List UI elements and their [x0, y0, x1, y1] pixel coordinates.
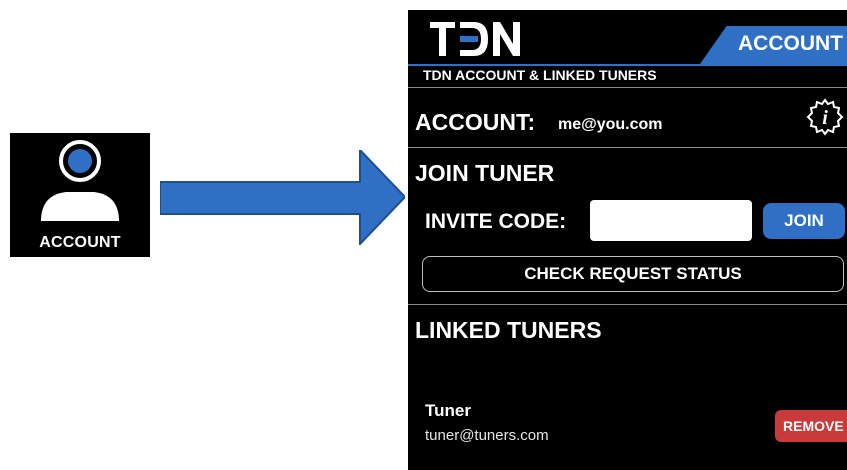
account-tile-label: ACCOUNT [39, 234, 121, 251]
svg-text:i: i [822, 107, 828, 129]
arrow-right-icon [160, 150, 405, 245]
header-tab-label[interactable]: ACCOUNT [738, 32, 843, 56]
account-screen: ACCOUNT TDN ACCOUNT & LINKED TUNERS ACCO… [408, 10, 847, 470]
header-accent-line [408, 64, 847, 66]
tdn-logo [430, 22, 520, 56]
tuner-name: Tuner [425, 401, 471, 420]
divider [408, 304, 847, 305]
user-icon [41, 140, 119, 221]
app-header: ACCOUNT [408, 10, 847, 66]
account-tile[interactable]: ACCOUNT [10, 133, 150, 257]
invite-code-label: INVITE CODE: [425, 210, 567, 233]
info-icon[interactable]: i [806, 98, 844, 136]
divider [408, 147, 847, 148]
linked-tuners-title: LINKED TUNERS [415, 317, 602, 343]
check-request-status-button[interactable]: CHECK REQUEST STATUS [422, 256, 844, 292]
invite-code-input[interactable] [590, 200, 752, 241]
join-button[interactable]: JOIN [763, 203, 845, 239]
divider [408, 87, 847, 88]
account-email: me@you.com [558, 116, 663, 133]
page-subtitle: TDN ACCOUNT & LINKED TUNERS [423, 67, 657, 83]
account-label: ACCOUNT: [415, 109, 536, 135]
join-tuner-title: JOIN TUNER [415, 160, 555, 186]
tuner-email: tuner@tuners.com [425, 427, 549, 444]
remove-tuner-button[interactable]: REMOVE [775, 410, 847, 442]
